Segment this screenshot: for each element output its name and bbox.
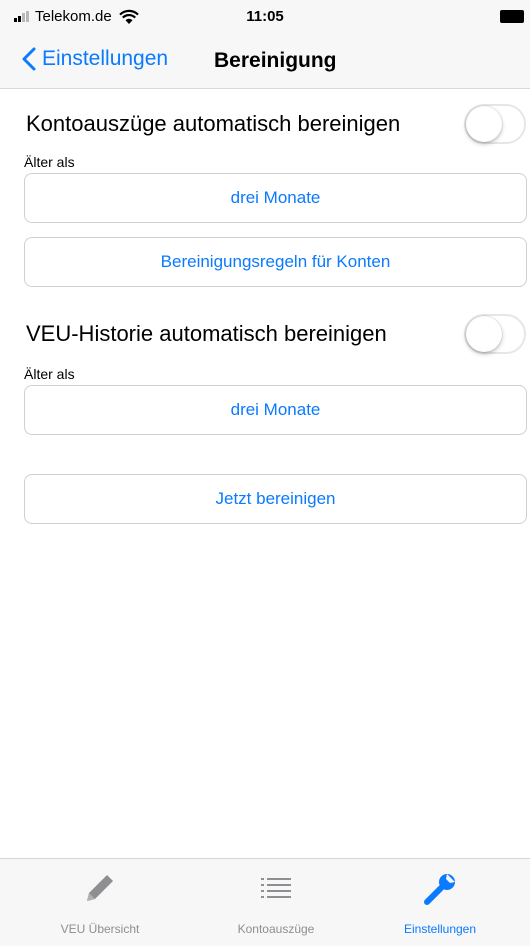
- veu-history-period-button[interactable]: drei Monate: [24, 385, 527, 435]
- account-statements-toggle-row: Kontoauszüge automatisch bereinigen: [26, 102, 526, 146]
- tab-veu-uebersicht[interactable]: VEU Übersicht: [12, 859, 188, 946]
- account-statements-toggle[interactable]: [464, 104, 526, 144]
- tab-bar: VEU Übersicht Kontoauszüge Einstellungen: [0, 858, 530, 946]
- toggle-knob: [466, 106, 502, 142]
- tab-label: Kontoauszüge: [237, 922, 315, 936]
- wrench-icon: [424, 874, 455, 905]
- tab-label: Einstellungen: [403, 922, 477, 936]
- toggle-knob: [466, 316, 502, 352]
- back-button-label: Einstellungen: [42, 47, 169, 70]
- list-icon: [261, 878, 291, 898]
- tab-einstellungen[interactable]: Einstellungen: [352, 859, 528, 946]
- account-statements-period-button[interactable]: drei Monate: [24, 173, 527, 223]
- navigation-bar: Einstellungen Bereinigung: [0, 34, 530, 89]
- status-bar: Telekom.de 11:05: [0, 0, 530, 34]
- veu-history-toggle-label: VEU-Historie automatisch bereinigen: [26, 321, 387, 346]
- pencil-icon: [87, 875, 113, 901]
- veu-history-older-than-label: Älter als: [24, 366, 75, 382]
- tab-kontoauszuege[interactable]: Kontoauszüge: [188, 859, 364, 946]
- clean-now-button[interactable]: Jetzt bereinigen: [24, 474, 527, 524]
- cleanup-rules-button[interactable]: Bereinigungsregeln für Konten: [24, 237, 527, 287]
- back-button[interactable]: Einstellungen: [22, 47, 168, 71]
- chevron-left-icon: [22, 47, 36, 71]
- veu-history-toggle-row: VEU-Historie automatisch bereinigen: [26, 312, 526, 356]
- veu-history-toggle[interactable]: [464, 314, 526, 354]
- page-title: Bereinigung: [214, 49, 337, 72]
- status-time: 11:05: [246, 8, 284, 25]
- account-statements-toggle-label: Kontoauszüge automatisch bereinigen: [26, 111, 401, 136]
- battery-icon: [500, 10, 524, 23]
- tab-label: VEU Übersicht: [60, 922, 140, 936]
- account-statements-older-than-label: Älter als: [24, 154, 75, 170]
